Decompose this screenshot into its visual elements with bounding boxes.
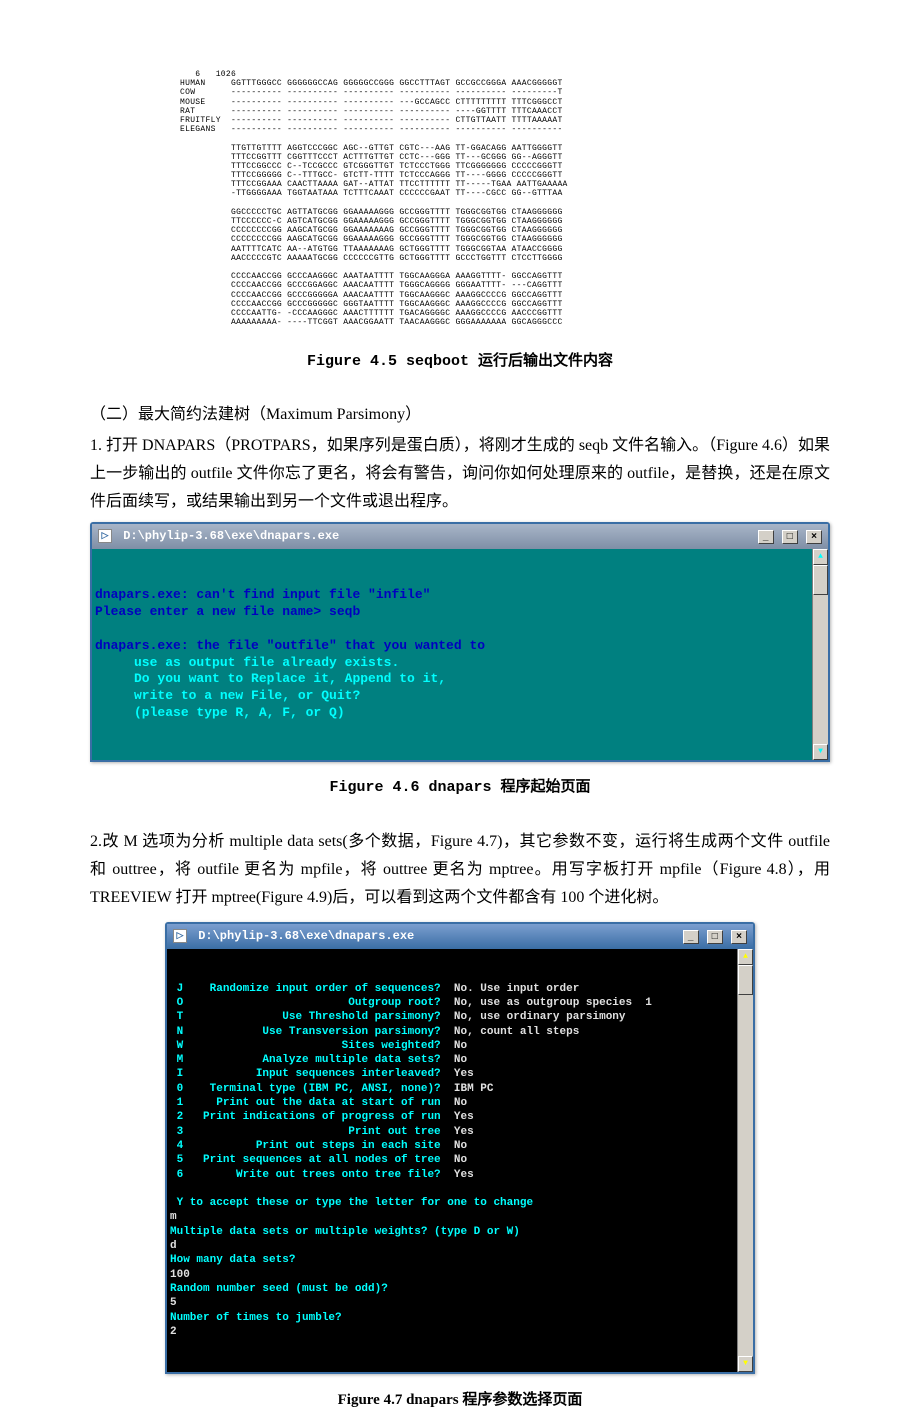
figure-4-6-console-window: ▷ D:\phylip-3.68\exe\dnapars.exe _ □ × d…: [90, 522, 830, 762]
console-title-text: D:\phylip-3.68\exe\dnapars.exe: [123, 529, 339, 543]
section-2-heading: （二）最大简约法建树（Maximum Parsimony）: [90, 402, 830, 428]
window-controls: _ □ ×: [682, 927, 747, 946]
console-titlebar: ▷ D:\phylip-3.68\exe\dnapars.exe _ □ ×: [167, 924, 753, 949]
maximize-button[interactable]: □: [782, 530, 798, 544]
maximize-button[interactable]: □: [707, 930, 723, 944]
minimize-button[interactable]: _: [758, 530, 774, 544]
app-icon: ▷: [98, 529, 112, 543]
figure-4-5-seqboot-output: 6 1026 HUMAN GGTTTGGGCC GGGGGGCCAG GGGGG…: [180, 70, 830, 336]
console-title-text: D:\phylip-3.68\exe\dnapars.exe: [198, 929, 414, 943]
paragraph-2: 2.改 M 选项为分析 multiple data sets(多个数据，Figu…: [90, 828, 830, 912]
app-icon: ▷: [173, 929, 187, 943]
close-button[interactable]: ×: [731, 930, 747, 944]
vertical-scrollbar[interactable]: ▲ ▼: [812, 549, 828, 760]
scroll-up-button[interactable]: ▲: [738, 949, 753, 965]
scroll-thumb[interactable]: [738, 965, 753, 995]
scroll-thumb[interactable]: [813, 565, 828, 595]
console-body-teal: dnapars.exe: can't find input file "infi…: [92, 549, 828, 760]
scroll-down-button[interactable]: ▼: [813, 744, 828, 760]
vertical-scrollbar[interactable]: ▲ ▼: [737, 949, 753, 1372]
scroll-up-button[interactable]: ▲: [813, 549, 828, 565]
paragraph-1: 1. 打开 DNAPARS（PROTPARS，如果序列是蛋白质），将刚才生成的 …: [90, 432, 830, 516]
console-titlebar: ▷ D:\phylip-3.68\exe\dnapars.exe _ □ ×: [92, 524, 828, 549]
figure-4-5-caption: Figure 4.5 seqboot 运行后输出文件内容: [90, 350, 830, 374]
minimize-button[interactable]: _: [683, 930, 699, 944]
close-button[interactable]: ×: [806, 530, 822, 544]
window-controls: _ □ ×: [757, 527, 822, 546]
console-body-black: J Randomize input order of sequences? No…: [167, 949, 753, 1372]
figure-4-6-caption: Figure 4.6 dnapars 程序起始页面: [90, 776, 830, 800]
page-number: 3: [0, 1252, 920, 1274]
figure-4-7-caption: Figure 4.7 dnapars 程序参数选择页面: [90, 1388, 830, 1412]
figure-4-7-console-window: ▷ D:\phylip-3.68\exe\dnapars.exe _ □ × J…: [165, 922, 755, 1374]
scroll-down-button[interactable]: ▼: [738, 1356, 753, 1372]
